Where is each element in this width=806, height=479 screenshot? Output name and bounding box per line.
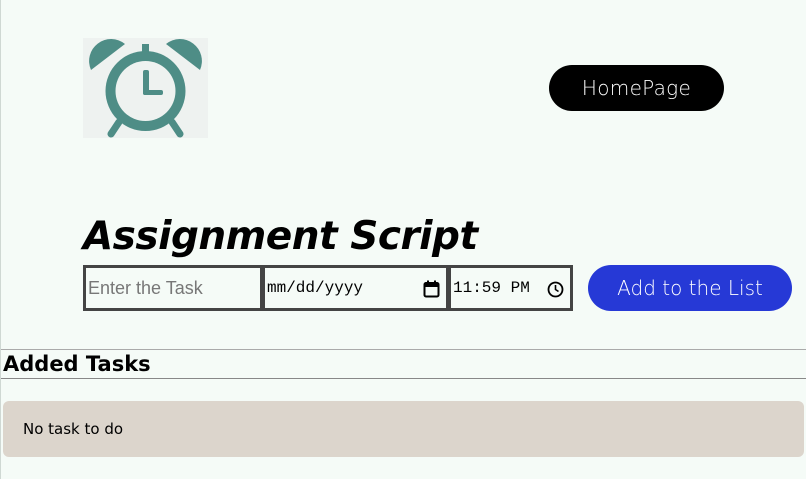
logo [83,38,208,138]
alarm-clock-icon [89,39,202,138]
due-date-input[interactable]: mm/dd/yyyy [262,265,449,311]
app-page: HomePage Assignment Script Enter the Tas… [0,0,806,479]
task-input[interactable]: Enter the Task [83,265,263,311]
calendar-icon[interactable] [423,280,440,298]
add-to-list-button[interactable]: Add to the List [588,265,792,311]
divider [1,378,806,379]
page-title: Assignment Script [83,214,478,259]
due-time-input[interactable]: 11:59 PM [448,265,573,311]
clock-icon[interactable] [547,280,564,298]
due-date-value: mm/dd/yyyy [267,279,364,297]
added-tasks-heading: Added Tasks [3,352,151,376]
homepage-button[interactable]: HomePage [549,65,724,111]
divider [1,349,806,350]
empty-task-list: No task to do [3,401,804,457]
due-time-value: 11:59 PM [453,279,530,297]
empty-task-message: No task to do [23,420,124,438]
task-input-placeholder: Enter the Task [88,277,203,298]
